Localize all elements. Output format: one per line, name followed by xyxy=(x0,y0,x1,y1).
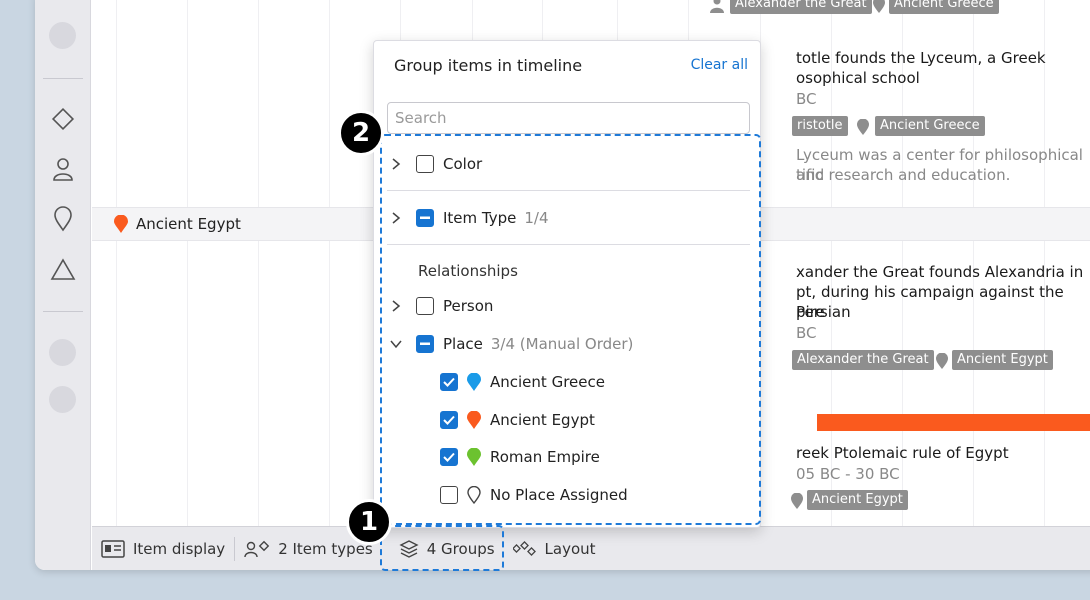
place-tag[interactable]: Ancient Greece xyxy=(889,0,999,14)
bottom-toolbar: Item display 2 Item types 4 Groups Layou… xyxy=(92,526,1090,570)
group-row-label[interactable]: Ancient Egypt xyxy=(114,215,241,233)
sidebar-placeholder-button[interactable] xyxy=(49,22,76,49)
person-icon xyxy=(710,0,724,13)
layout-label: Layout xyxy=(544,539,596,558)
item-types-icon xyxy=(244,540,270,557)
event-date: BC xyxy=(796,90,817,108)
annotation-badge-2: 2 xyxy=(338,110,384,156)
place-pin-icon xyxy=(114,215,128,233)
event-duration-bar[interactable] xyxy=(817,414,1090,431)
place-tag[interactable]: Ancient Egypt xyxy=(807,490,908,510)
layout-button[interactable]: Layout xyxy=(504,527,605,571)
highlight-groups-button xyxy=(380,525,504,571)
event-title[interactable]: totle founds the Lyceum, a Greek xyxy=(796,48,1046,68)
place-pin-icon xyxy=(873,0,885,13)
popover-title: Group items in timeline xyxy=(394,56,583,75)
event-title[interactable]: pt, during his campaign against the Pers… xyxy=(796,282,1090,322)
annotation-badge-1: 1 xyxy=(346,499,392,545)
person-tag[interactable]: ristotle xyxy=(792,116,848,136)
event-date: BC xyxy=(796,324,817,342)
sidebar-divider xyxy=(43,78,83,79)
sidebar-divider xyxy=(43,311,83,312)
item-display-button[interactable]: Item display xyxy=(92,527,234,571)
person-tag[interactable]: Alexander the Great xyxy=(792,350,934,370)
event-title[interactable]: osophical school xyxy=(796,68,920,88)
item-display-label: Item display xyxy=(133,539,226,558)
sidebar-placeholder-button[interactable] xyxy=(49,386,76,413)
place-tag[interactable]: Ancient Egypt xyxy=(952,350,1053,370)
group-row-label-text: Ancient Egypt xyxy=(136,215,241,233)
place-pin-icon xyxy=(857,119,869,135)
layout-icon xyxy=(512,540,536,556)
sidebar-placeholder-button[interactable] xyxy=(49,339,76,366)
search-input[interactable] xyxy=(387,102,750,134)
place-pin-icon xyxy=(791,493,803,509)
event-title[interactable]: xander the Great founds Alexandria in xyxy=(796,262,1083,282)
place-tag[interactable]: Ancient Greece xyxy=(875,116,985,136)
id-card-icon xyxy=(101,539,125,558)
place-pin-icon xyxy=(936,353,948,369)
place-pin-icon[interactable] xyxy=(49,205,77,233)
event-description: tific research and education. xyxy=(796,166,1011,184)
event-title[interactable]: pire xyxy=(796,302,825,322)
triangle-icon[interactable] xyxy=(49,256,77,284)
person-tag[interactable]: Alexander the Great xyxy=(730,0,872,14)
highlight-group-options xyxy=(380,134,761,525)
person-icon[interactable] xyxy=(49,155,77,183)
diamond-icon[interactable] xyxy=(49,105,77,133)
left-sidebar xyxy=(35,0,91,570)
event-date: 05 BC - 30 BC xyxy=(796,465,900,483)
clear-all-link[interactable]: Clear all xyxy=(691,57,748,73)
event-title[interactable]: reek Ptolemaic rule of Egypt xyxy=(796,443,1009,463)
